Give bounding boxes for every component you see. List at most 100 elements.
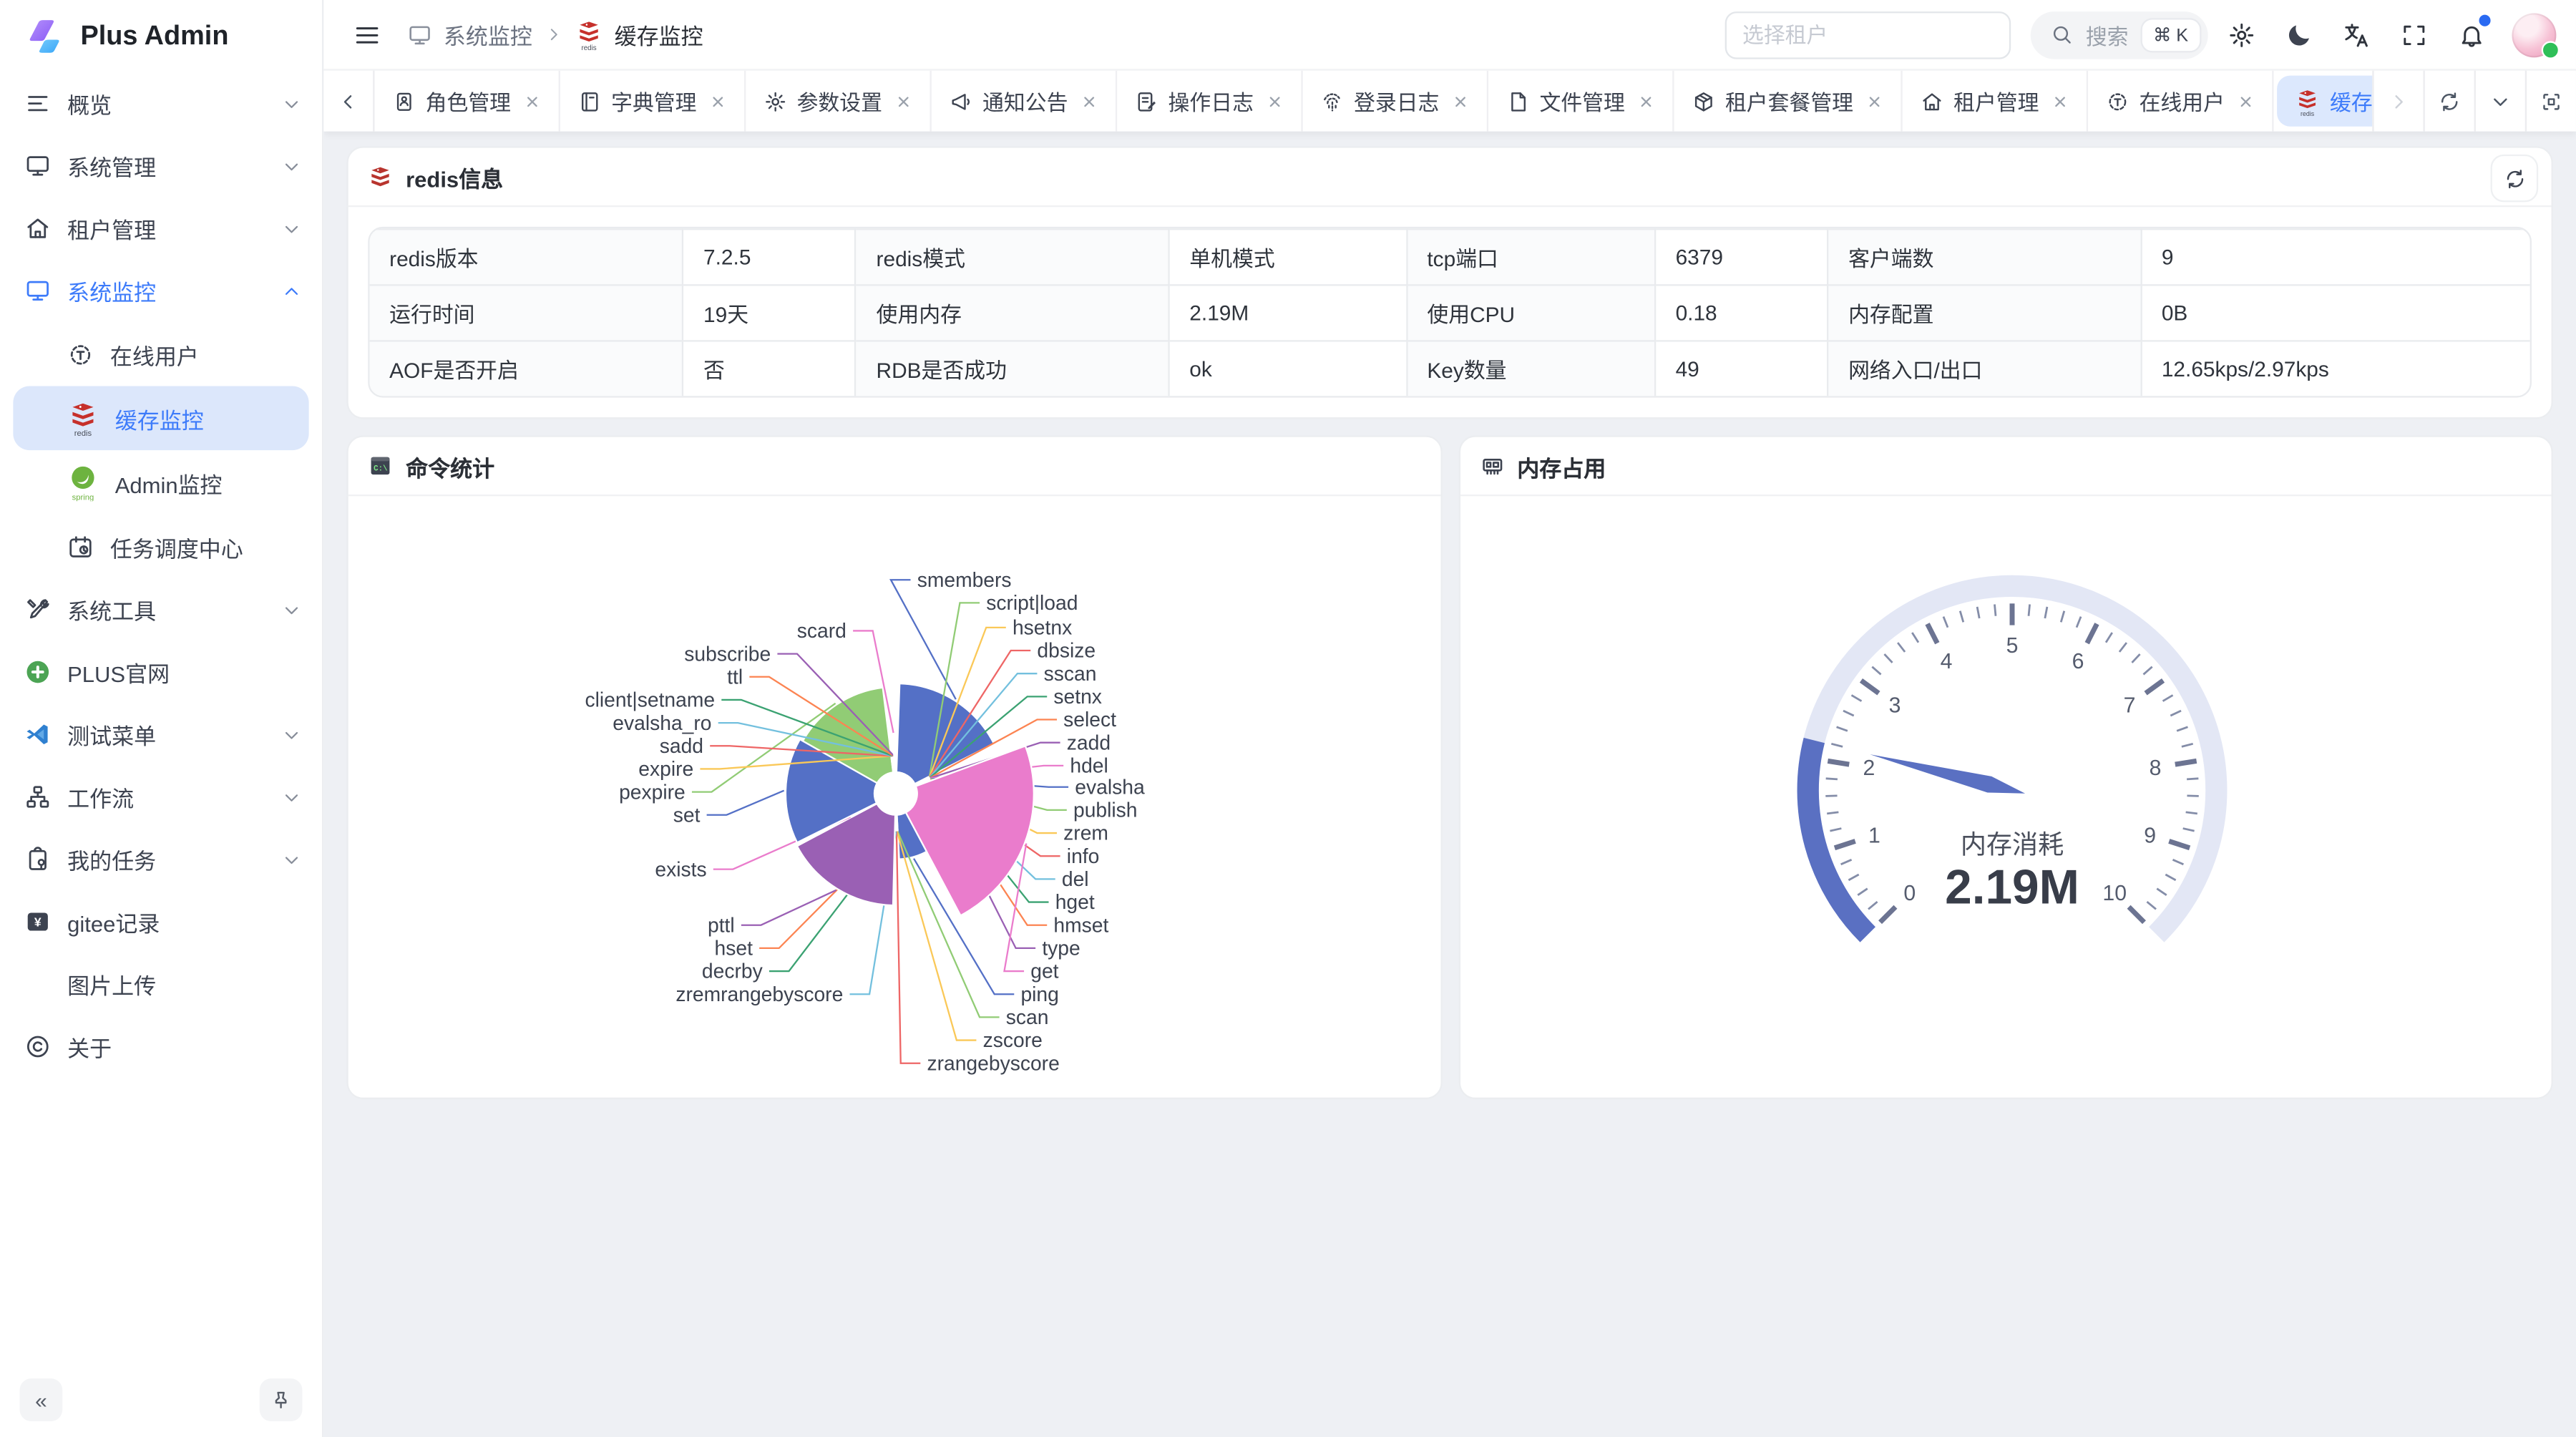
tab-file-management[interactable]: 文件管理 bbox=[1488, 71, 1674, 132]
sidebar-item-cache-monitoring[interactable]: redis缓存监控 bbox=[13, 386, 308, 451]
tab-tenant-management[interactable]: 租户管理 bbox=[1903, 71, 2088, 132]
sidebar-item-test-menu[interactable]: 测试菜单 bbox=[0, 703, 322, 766]
gauge-minor-tick bbox=[1883, 654, 1891, 663]
close-icon[interactable] bbox=[895, 93, 912, 109]
pie-label: scan bbox=[1006, 1005, 1049, 1028]
tab-notice[interactable]: 通知公告 bbox=[932, 71, 1117, 132]
settings-button[interactable] bbox=[2218, 11, 2265, 59]
fullscreen-button[interactable] bbox=[2391, 11, 2439, 59]
gauge-minor-tick bbox=[2182, 829, 2194, 832]
sidebar-item-online-users[interactable]: 在线用户 bbox=[0, 322, 322, 386]
search-label: 搜索 bbox=[2086, 19, 2129, 50]
sidebar-item-workflow[interactable]: 工作流 bbox=[0, 766, 322, 828]
close-icon[interactable] bbox=[1638, 93, 1654, 109]
idcard-icon bbox=[393, 89, 416, 112]
gauge-minor-tick bbox=[1850, 695, 1860, 701]
sidebar-item-system-management[interactable]: 系统管理 bbox=[0, 135, 322, 197]
notifications-button[interactable] bbox=[2448, 11, 2496, 59]
sidebar-toggle-button[interactable] bbox=[343, 11, 391, 59]
breadcrumb-parent[interactable]: 系统监控 bbox=[444, 18, 532, 51]
gauge-tick-label: 10 bbox=[2102, 882, 2126, 905]
close-icon[interactable] bbox=[524, 93, 540, 109]
tab-online-users[interactable]: 在线用户 bbox=[2088, 71, 2273, 132]
redis-info-refresh-button[interactable] bbox=[2491, 155, 2539, 203]
tab-dict-management[interactable]: 字典管理 bbox=[560, 71, 746, 132]
maximize-icon bbox=[2540, 89, 2562, 112]
pie-label: ping bbox=[1020, 983, 1058, 1005]
tab-role-management[interactable]: 角色管理 bbox=[374, 71, 560, 132]
home-icon bbox=[1921, 89, 1943, 112]
gauge-tick-label: 0 bbox=[1903, 882, 1915, 905]
tab-menu-button[interactable] bbox=[2474, 71, 2525, 132]
sidebar-item-gitee-records[interactable]: ¥gitee记录 bbox=[0, 890, 322, 953]
pie-label: hget bbox=[1055, 890, 1095, 913]
sidebar-item-overview[interactable]: 概览 bbox=[0, 72, 322, 135]
global-search-button[interactable]: 搜索 ⌘ K bbox=[2030, 11, 2208, 59]
info-label-cell: Key数量 bbox=[1407, 341, 1655, 396]
gauge-minor-tick bbox=[2028, 604, 2029, 615]
sidebar: Plus Admin 概览系统管理租户管理系统监控在线用户redis缓存监控sp… bbox=[0, 0, 323, 1437]
sidebar-item-tenant-management[interactable]: 租户管理 bbox=[0, 198, 322, 260]
close-icon[interactable] bbox=[1866, 93, 1883, 109]
close-icon[interactable] bbox=[1081, 93, 1098, 109]
gauge-tick-label: 3 bbox=[1888, 694, 1900, 718]
sidebar-collapse-button[interactable]: « bbox=[20, 1378, 63, 1421]
pie-label: hset bbox=[715, 937, 753, 960]
sidebar-item-my-tasks[interactable]: 我的任务 bbox=[0, 828, 322, 890]
tabs-scroll-left-button[interactable] bbox=[323, 71, 374, 132]
sidebar-item-label: 系统管理 bbox=[67, 150, 156, 182]
sidebar-item-system-tools[interactable]: 系统工具 bbox=[0, 578, 322, 640]
logo-row[interactable]: Plus Admin bbox=[0, 0, 322, 69]
tab-label: 字典管理 bbox=[611, 85, 696, 117]
language-button[interactable] bbox=[2333, 11, 2381, 59]
gear-icon bbox=[2228, 21, 2255, 49]
header-actions: 搜索 ⌘ K bbox=[1724, 11, 2557, 59]
close-icon[interactable] bbox=[710, 93, 726, 109]
sidebar-item-admin-monitoring[interactable]: springAdmin监控 bbox=[0, 450, 322, 515]
sidebar-item-plus-site[interactable]: PLUS官网 bbox=[0, 640, 322, 703]
main-area: 系统监控 redis 缓存监控 搜索 ⌘ K bbox=[323, 0, 2576, 1437]
fullscreen-icon bbox=[2400, 21, 2428, 49]
tab-param-settings[interactable]: 参数设置 bbox=[746, 71, 931, 132]
sidebar-item-task-scheduling[interactable]: 任务调度中心 bbox=[0, 515, 322, 579]
tab-cache-monitoring[interactable]: redis缓存监控 bbox=[2277, 76, 2372, 127]
memory-gauge-chart: 012345678910内存消耗2.19M bbox=[1460, 496, 2552, 1097]
gauge-tick-label: 6 bbox=[2071, 650, 2083, 673]
close-icon[interactable] bbox=[2052, 93, 2069, 109]
content-maximize-button[interactable] bbox=[2525, 71, 2576, 132]
tab-label: 租户管理 bbox=[1953, 85, 2039, 117]
memory-usage-header: 内存占用 bbox=[1460, 437, 2552, 497]
monitor-icon bbox=[407, 22, 431, 47]
pie-label: zrem bbox=[1063, 822, 1108, 844]
sidebar-item-image-upload[interactable]: 图片上传 bbox=[0, 953, 322, 1015]
sidebar-item-label: Admin监控 bbox=[115, 466, 223, 499]
search-icon bbox=[2049, 23, 2072, 46]
redis-info-header: redis信息 bbox=[348, 148, 2552, 208]
gauge-minor-tick bbox=[2186, 796, 2197, 797]
breadcrumb-current: 缓存监控 bbox=[615, 18, 703, 51]
sidebar-item-system-monitoring[interactable]: 系统监控 bbox=[0, 260, 322, 322]
sidebar-item-label: 图片上传 bbox=[67, 968, 156, 1000]
gauge-minor-tick bbox=[2170, 711, 2180, 716]
tabs-scroll-right-button[interactable] bbox=[2372, 71, 2423, 132]
gauge-value-text: 2.19M bbox=[1944, 861, 2079, 915]
tenant-select-input[interactable] bbox=[1724, 11, 2010, 59]
avatar[interactable] bbox=[2512, 12, 2556, 57]
pie-label: client|setname bbox=[585, 688, 715, 711]
tab-login-log[interactable]: 登录日志 bbox=[1303, 71, 1488, 132]
close-icon[interactable] bbox=[1267, 93, 1283, 109]
close-icon[interactable] bbox=[1453, 93, 1469, 109]
table-row: 运行时间19天使用内存2.19M使用CPU0.18内存配置0B bbox=[370, 285, 2530, 341]
tab-refresh-button[interactable] bbox=[2423, 71, 2474, 132]
gauge-tick-label: 2 bbox=[1862, 756, 1874, 780]
info-label-cell: tcp端口 bbox=[1407, 229, 1655, 285]
pie-label: zadd bbox=[1067, 731, 1111, 754]
close-icon[interactable] bbox=[2238, 93, 2254, 109]
info-value-cell: 单机模式 bbox=[1169, 229, 1407, 285]
tab-operation-log[interactable]: 操作日志 bbox=[1117, 71, 1302, 132]
dark-mode-button[interactable] bbox=[2275, 11, 2323, 59]
sidebar-item-about[interactable]: 关于 bbox=[0, 1015, 322, 1078]
tab-tenant-package[interactable]: 租户套餐管理 bbox=[1674, 71, 1903, 132]
sidebar-pin-button[interactable] bbox=[260, 1378, 303, 1421]
sidebar-item-label: 任务调度中心 bbox=[110, 530, 243, 562]
